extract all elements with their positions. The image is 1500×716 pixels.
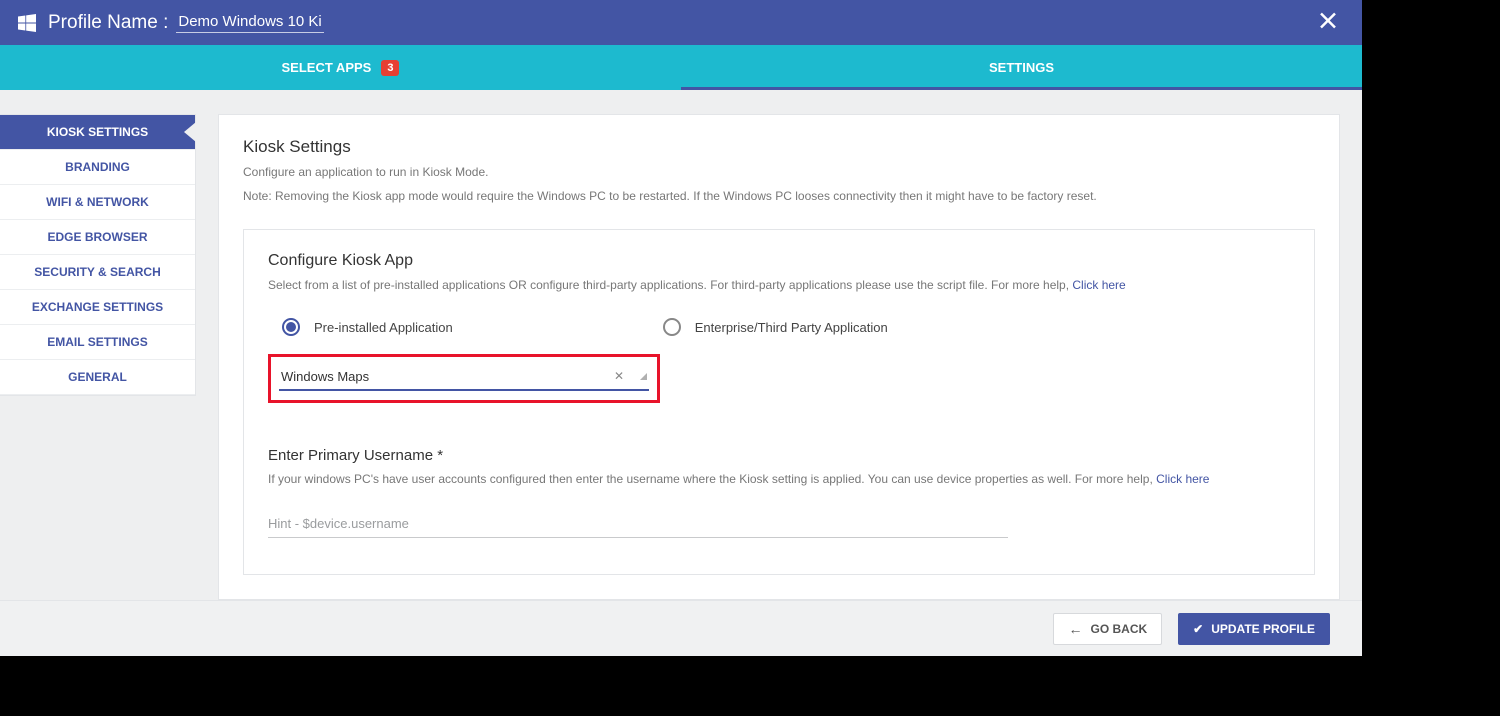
radio-circle-icon [663, 318, 681, 336]
content: Kiosk Settings Configure an application … [218, 114, 1340, 600]
app-root: Profile Name : Demo Windows 10 Ki SELECT… [0, 0, 1362, 656]
tab-select-apps[interactable]: SELECT APPS 3 [0, 45, 681, 90]
app-dropdown[interactable]: Windows Maps ✕ [279, 363, 649, 391]
click-here-link-1[interactable]: Click here [1072, 278, 1125, 292]
update-profile-button[interactable]: ✔ UPDATE PROFILE [1178, 613, 1330, 645]
section-desc-1: Configure an application to run in Kiosk… [243, 163, 1315, 181]
check-icon: ✔ [1193, 622, 1203, 636]
sidebar-item-edge-browser[interactable]: EDGE BROWSER [0, 220, 195, 255]
tab-settings[interactable]: SETTINGS [681, 45, 1362, 90]
sidebar-item-security-search[interactable]: SECURITY & SEARCH [0, 255, 195, 290]
clear-icon[interactable]: ✕ [614, 369, 624, 383]
sidebar-item-general[interactable]: GENERAL [0, 360, 195, 395]
select-apps-badge: 3 [381, 60, 399, 76]
click-here-link-2[interactable]: Click here [1156, 472, 1209, 486]
sidebar-item-exchange-settings[interactable]: EXCHANGE SETTINGS [0, 290, 195, 325]
username-help: If your windows PC's have user accounts … [268, 472, 1290, 486]
dropdown-value: Windows Maps [281, 369, 369, 384]
panel-help: Select from a list of pre-installed appl… [268, 278, 1290, 292]
radio-preinstalled[interactable]: Pre-installed Application [282, 318, 453, 336]
section-title: Kiosk Settings [243, 137, 1315, 157]
configure-panel: Configure Kiosk App Select from a list o… [243, 229, 1315, 575]
sidebar-item-wifi-network[interactable]: WIFI & NETWORK [0, 185, 195, 220]
tabs: SELECT APPS 3 SETTINGS [0, 45, 1362, 90]
sidebar-item-email-settings[interactable]: EMAIL SETTINGS [0, 325, 195, 360]
sidebar: KIOSK SETTINGS BRANDING WIFI & NETWORK E… [0, 114, 196, 396]
profile-name-input[interactable]: Demo Windows 10 Ki [176, 13, 323, 33]
header: Profile Name : Demo Windows 10 Ki [0, 0, 1362, 45]
close-button[interactable] [1318, 10, 1338, 35]
body: KIOSK SETTINGS BRANDING WIFI & NETWORK E… [0, 90, 1362, 600]
radio-group: Pre-installed Application Enterprise/Thi… [268, 318, 1290, 336]
windows-icon [18, 14, 36, 32]
sidebar-item-branding[interactable]: BRANDING [0, 150, 195, 185]
radio-enterprise[interactable]: Enterprise/Third Party Application [663, 318, 888, 336]
sidebar-item-kiosk-settings[interactable]: KIOSK SETTINGS [0, 115, 195, 150]
highlight-box: Windows Maps ✕ [268, 354, 660, 403]
go-back-button[interactable]: ← GO BACK [1053, 613, 1162, 645]
panel-title: Configure Kiosk App [268, 252, 1290, 270]
arrow-left-icon: ← [1068, 621, 1082, 637]
username-input[interactable] [268, 508, 1008, 538]
tab-settings-label: SETTINGS [989, 60, 1054, 75]
dropdown-chevron-icon [640, 373, 647, 380]
username-title: Enter Primary Username * [268, 447, 1290, 464]
footer: ← GO BACK ✔ UPDATE PROFILE [0, 600, 1362, 656]
profile-label: Profile Name : [48, 12, 168, 34]
section-desc-2: Note: Removing the Kiosk app mode would … [243, 187, 1315, 205]
radio-circle-icon [282, 318, 300, 336]
tab-select-apps-label: SELECT APPS [282, 60, 372, 75]
